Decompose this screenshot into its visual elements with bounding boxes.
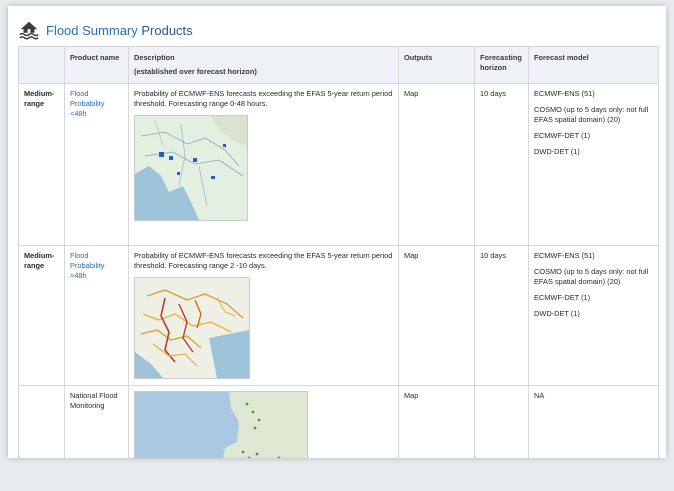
product-link[interactable]: Flood Probability >48h	[70, 251, 105, 280]
page: Flood Summary Products Product name Desc…	[8, 6, 666, 458]
national-flood-monitoring-map-image	[134, 390, 308, 458]
row-outputs: Map	[398, 244, 475, 386]
model-item: COSMO (up to 5 days only: not full EFAS …	[534, 104, 649, 124]
description-text: Probability of ECMWF-ENS forecasts excee…	[134, 88, 393, 108]
header-forecast-model: Forecast model	[528, 46, 659, 84]
row-horizon: 10 days	[474, 82, 529, 246]
row-models: ECMWF-ENS (51) COSMO (up to 5 days only:…	[528, 244, 659, 386]
title-suffix: Products	[137, 22, 193, 38]
product-link[interactable]: Flood Probability <48h	[70, 89, 105, 118]
header-range	[18, 46, 65, 84]
row-range	[18, 384, 65, 458]
flood-house-icon	[19, 21, 39, 40]
header-forecasting-horizon: Forecasting horizon	[474, 46, 529, 84]
table-row: Medium-range Flood Probability >48h Prob…	[18, 244, 659, 386]
flood-probability-map-image	[134, 276, 250, 379]
page-header: Flood Summary Products	[18, 16, 193, 44]
model-item: COSMO (up to 5 days only: not full EFAS …	[534, 266, 649, 286]
header-product-name: Product name	[64, 46, 129, 84]
row-outputs: Map	[398, 384, 475, 458]
header-description-title: Description	[134, 53, 175, 62]
row-models: NA	[528, 384, 659, 458]
row-product: National Flood Monitoring	[64, 384, 129, 458]
model-item: NA	[534, 390, 545, 400]
model-item: ECMWF-ENS (51)	[534, 88, 595, 98]
header-outputs: Outputs	[398, 46, 475, 84]
row-outputs: Map	[398, 82, 475, 246]
products-table: Product name Description (established ov…	[18, 46, 659, 458]
model-item: DWD-DET (1)	[534, 146, 580, 156]
row-description	[128, 384, 399, 458]
model-item: ECMWF-DET (1)	[534, 130, 591, 140]
flood-probability-map-image	[134, 114, 248, 221]
table-row: National Flood Monitoring Map NA	[18, 384, 659, 458]
model-item: ECMWF-DET (1)	[534, 292, 591, 302]
table-header-row: Product name Description (established ov…	[18, 46, 659, 84]
model-item: ECMWF-ENS (51)	[534, 250, 595, 260]
page-title: Flood Summary Products	[46, 23, 193, 38]
header-description: Description (established over forecast h…	[128, 46, 399, 84]
row-description: Probability of ECMWF-ENS forecasts excee…	[128, 244, 399, 386]
description-text: Probability of ECMWF-ENS forecasts excee…	[134, 250, 393, 270]
row-description: Probability of ECMWF-ENS forecasts excee…	[128, 82, 399, 246]
row-product: Flood Probability >48h	[64, 244, 129, 386]
row-models: ECMWF-ENS (51) COSMO (up to 5 days only:…	[528, 82, 659, 246]
row-product: Flood Probability <48h	[64, 82, 129, 246]
row-range: Medium-range	[18, 244, 65, 386]
table-row: Medium-range Flood Probability <48h Prob…	[18, 82, 659, 246]
flood-summary-link[interactable]: Flood Summary	[46, 23, 138, 38]
row-horizon	[474, 384, 529, 458]
model-item: DWD-DET (1)	[534, 308, 580, 318]
header-description-sub: (established over forecast horizon)	[134, 66, 257, 76]
row-horizon: 10 days	[474, 244, 529, 386]
row-range: Medium-range	[18, 82, 65, 246]
